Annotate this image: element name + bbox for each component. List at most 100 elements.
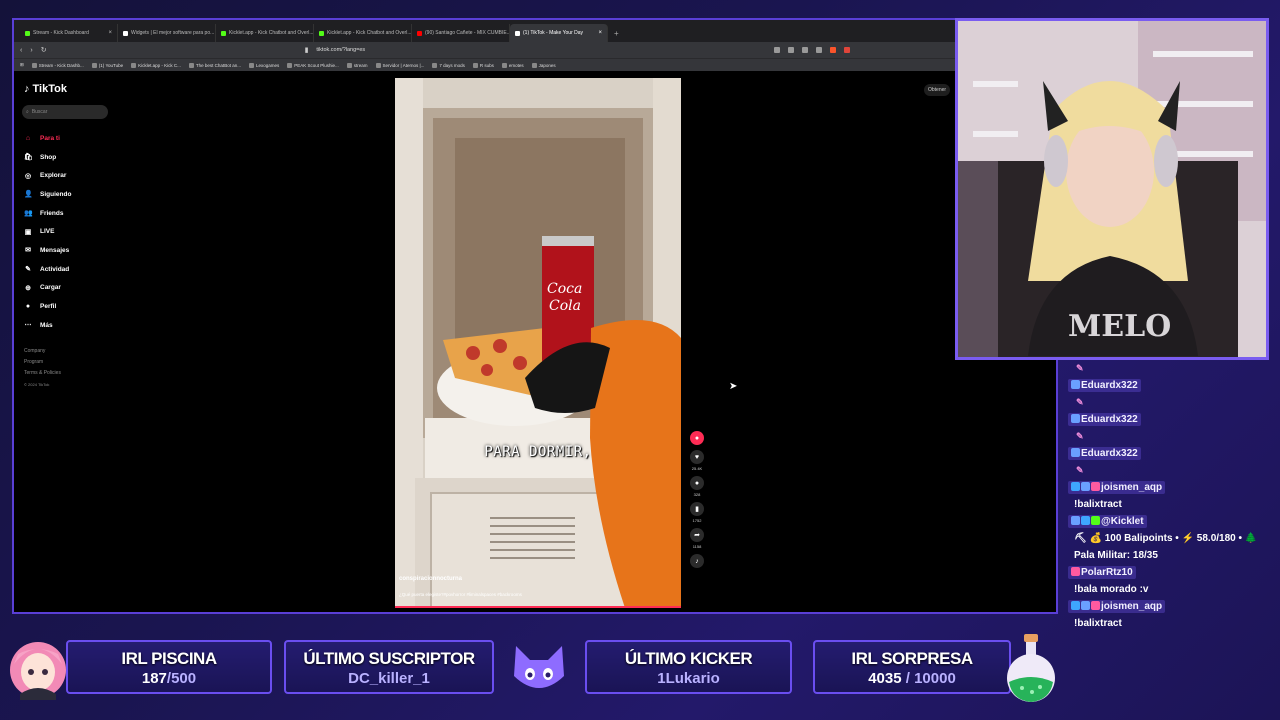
bookmark-item[interactable]: 7 days mods	[432, 62, 465, 68]
video-frame: Coca Cola	[395, 78, 681, 608]
sidebar-item-siguiendo[interactable]: 👤 Siguiendo	[24, 185, 71, 204]
bookmark-item[interactable]: (1) YouTube	[91, 62, 123, 68]
save-button[interactable]: ▮ 1752	[688, 502, 706, 523]
footer-link[interactable]: Company	[24, 346, 61, 357]
comment-button[interactable]: ● 328	[688, 476, 706, 497]
share-icon: ➦	[690, 528, 704, 542]
browser-tab[interactable]: Kicklet.app - Kick Chatbot and Overl...×	[314, 24, 412, 42]
creator-avatar[interactable]: ●	[688, 431, 706, 445]
bookmark-favicon-icon	[432, 62, 438, 68]
chat-username[interactable]: Eduardx322	[1068, 413, 1141, 426]
sidebar-item-live[interactable]: ▣ LIVE	[24, 222, 71, 241]
bookmark-item[interactable]: Lexogames	[248, 62, 279, 68]
search-input[interactable]: ⌕ Buscar	[22, 105, 108, 119]
bookmark-favicon-icon	[188, 62, 194, 68]
chat-username[interactable]: Eduardx322	[1068, 379, 1141, 392]
bookmark-item[interactable]: emotes	[501, 62, 524, 68]
webcam-feed: MELO	[955, 18, 1269, 360]
chat-username[interactable]: joismen_aqp	[1068, 600, 1166, 613]
like-button[interactable]: ♥ 25.4K	[688, 450, 706, 471]
tab-bar: Stream - Kick Dashboard × Widgets | El mej…	[14, 20, 1056, 42]
forward-icon[interactable]: ›	[30, 47, 32, 54]
chat-username[interactable]: PolarRtz10	[1068, 566, 1136, 579]
chat-message: ⛏ 💰 100 Balipoints • ⚡ 58.0/180 • 🌲	[1068, 532, 1278, 545]
video-username[interactable]: conspiracionnocturna	[399, 576, 462, 582]
webcam-image: MELO	[958, 21, 1266, 357]
bookmark-item[interactable]: Japones	[531, 62, 556, 68]
bookmark-item[interactable]: Servidor | Aternos |...	[375, 62, 424, 68]
kick-cat-logo-icon	[508, 640, 570, 696]
sidebar-item-explorar[interactable]: ◎ Explorar	[24, 166, 71, 185]
sidebar-item-label: Siguiendo	[40, 190, 72, 198]
chat-badge-icon	[1081, 482, 1090, 491]
bookmark-item[interactable]: R subs	[472, 62, 494, 68]
music-disc-icon: ♪	[690, 554, 704, 568]
sidebar-item-shop[interactable]: 🛍 Shop	[24, 148, 71, 167]
friends-icon: 👥	[24, 210, 33, 218]
extension-icon[interactable]	[774, 47, 780, 53]
bookmarks-bar: ⊞ Stream - Kick Dashb... (1) YouTube Kickle…	[14, 58, 1056, 71]
sidebar-item-actividad[interactable]: ✎ Actividad	[24, 260, 71, 279]
bookmark-item[interactable]: PEAK Scout Plushie...	[287, 62, 339, 68]
compass-icon: ◎	[24, 172, 32, 180]
ultimo-suscriptor-card: ÚLTIMO SUSCRIPTOR DC_killer_1	[284, 640, 494, 694]
browser-tab[interactable]: (90) Santiago Cañete - MIX CUMBIE...×	[412, 24, 510, 42]
close-icon[interactable]: ×	[598, 30, 602, 36]
brave-icon[interactable]	[830, 47, 836, 53]
extension-icon[interactable]	[816, 47, 822, 53]
sidebar-item-cargar[interactable]: ⊕ Cargar	[24, 279, 71, 298]
back-icon[interactable]: ‹	[20, 47, 22, 54]
bookmark-icon[interactable]: ▮	[305, 46, 309, 54]
bookmark-item[interactable]: Stream - Kick Dashb...	[31, 62, 84, 68]
bookmark-item[interactable]: The best ChatBot an...	[188, 62, 241, 68]
share-button[interactable]: ➦ 1158	[688, 528, 706, 549]
url-input[interactable]: tiktok.com/?lang=es	[316, 47, 766, 53]
video-progress-bar[interactable]	[395, 606, 681, 608]
chat-username[interactable]: joismen_aqp	[1068, 481, 1166, 494]
sidebar-item-friends[interactable]: 👥 Friends	[24, 204, 71, 223]
tab-favicon-icon	[417, 30, 422, 36]
streamer-avatar	[6, 634, 70, 700]
sidebar-item-m-s[interactable]: ⋯ Más	[24, 316, 71, 335]
new-tab-button[interactable]: +	[608, 24, 625, 42]
get-app-button[interactable]: Obtener	[924, 84, 951, 96]
chat-username[interactable]: @Kicklet	[1068, 515, 1147, 528]
video-caption: PARA DORMIR,	[484, 444, 592, 460]
rewards-icon[interactable]	[844, 47, 850, 53]
lipstick-emote-icon: ✎	[1076, 431, 1084, 441]
sidebar-item-para-ti[interactable]: ⌂ Para ti	[24, 129, 71, 148]
card-title: IRL PISCINA	[121, 649, 217, 668]
footer-link[interactable]: Program	[24, 357, 61, 368]
close-icon[interactable]: ×	[108, 30, 112, 36]
extension-icon[interactable]	[788, 47, 794, 53]
apps-icon[interactable]: ⊞	[20, 62, 24, 68]
bookmark-favicon-icon	[91, 62, 97, 68]
address-bar: ‹ › ↻ ▮ tiktok.com/?lang=es	[14, 42, 1056, 58]
bookmark-item[interactable]: Kicklet.app - Kick C...	[131, 62, 181, 68]
browser-window: Stream - Kick Dashboard × Widgets | El mej…	[12, 18, 1058, 614]
sidebar-item-mensajes[interactable]: ✉ Mensajes	[24, 241, 71, 260]
home-icon: ⌂	[25, 134, 31, 142]
browser-tab[interactable]: Stream - Kick Dashboard ×	[20, 24, 118, 42]
comment-icon: ●	[690, 476, 704, 490]
bookmark-item[interactable]: stream	[346, 62, 368, 68]
sidebar-item-label: Cargar	[40, 284, 61, 292]
extension-icon[interactable]	[802, 47, 808, 53]
chat-badge-icon	[1071, 380, 1080, 389]
browser-tab[interactable]: Widgets | El mejor software para po...×	[118, 24, 216, 42]
footer-link[interactable]: Terms & Policies	[24, 368, 61, 379]
reload-icon[interactable]: ↻	[41, 46, 47, 54]
activity-icon: ✎	[25, 266, 31, 274]
share-count: 1158	[692, 544, 702, 549]
tiktok-logo[interactable]: ♪ TikTok	[24, 83, 67, 95]
chat-badge-icon	[1071, 516, 1080, 525]
video-player[interactable]: Coca Cola PARA DORMIR, conspiracionnoctu…	[395, 78, 681, 608]
browser-tab[interactable]: Kicklet.app - Kick Chatbot and Overl...×	[216, 24, 314, 42]
bookmark-favicon-icon	[248, 62, 254, 68]
chat-username[interactable]: Eduardx322	[1068, 447, 1141, 460]
sound-disc-button[interactable]: ♪	[688, 554, 706, 568]
sidebar-item-label: Más	[40, 321, 53, 329]
browser-tab[interactable]: (1) TikTok - Make Your Day ×	[510, 24, 608, 42]
sidebar-item-perfil[interactable]: ● Perfil	[24, 297, 71, 316]
following-icon: 👤	[24, 191, 33, 199]
